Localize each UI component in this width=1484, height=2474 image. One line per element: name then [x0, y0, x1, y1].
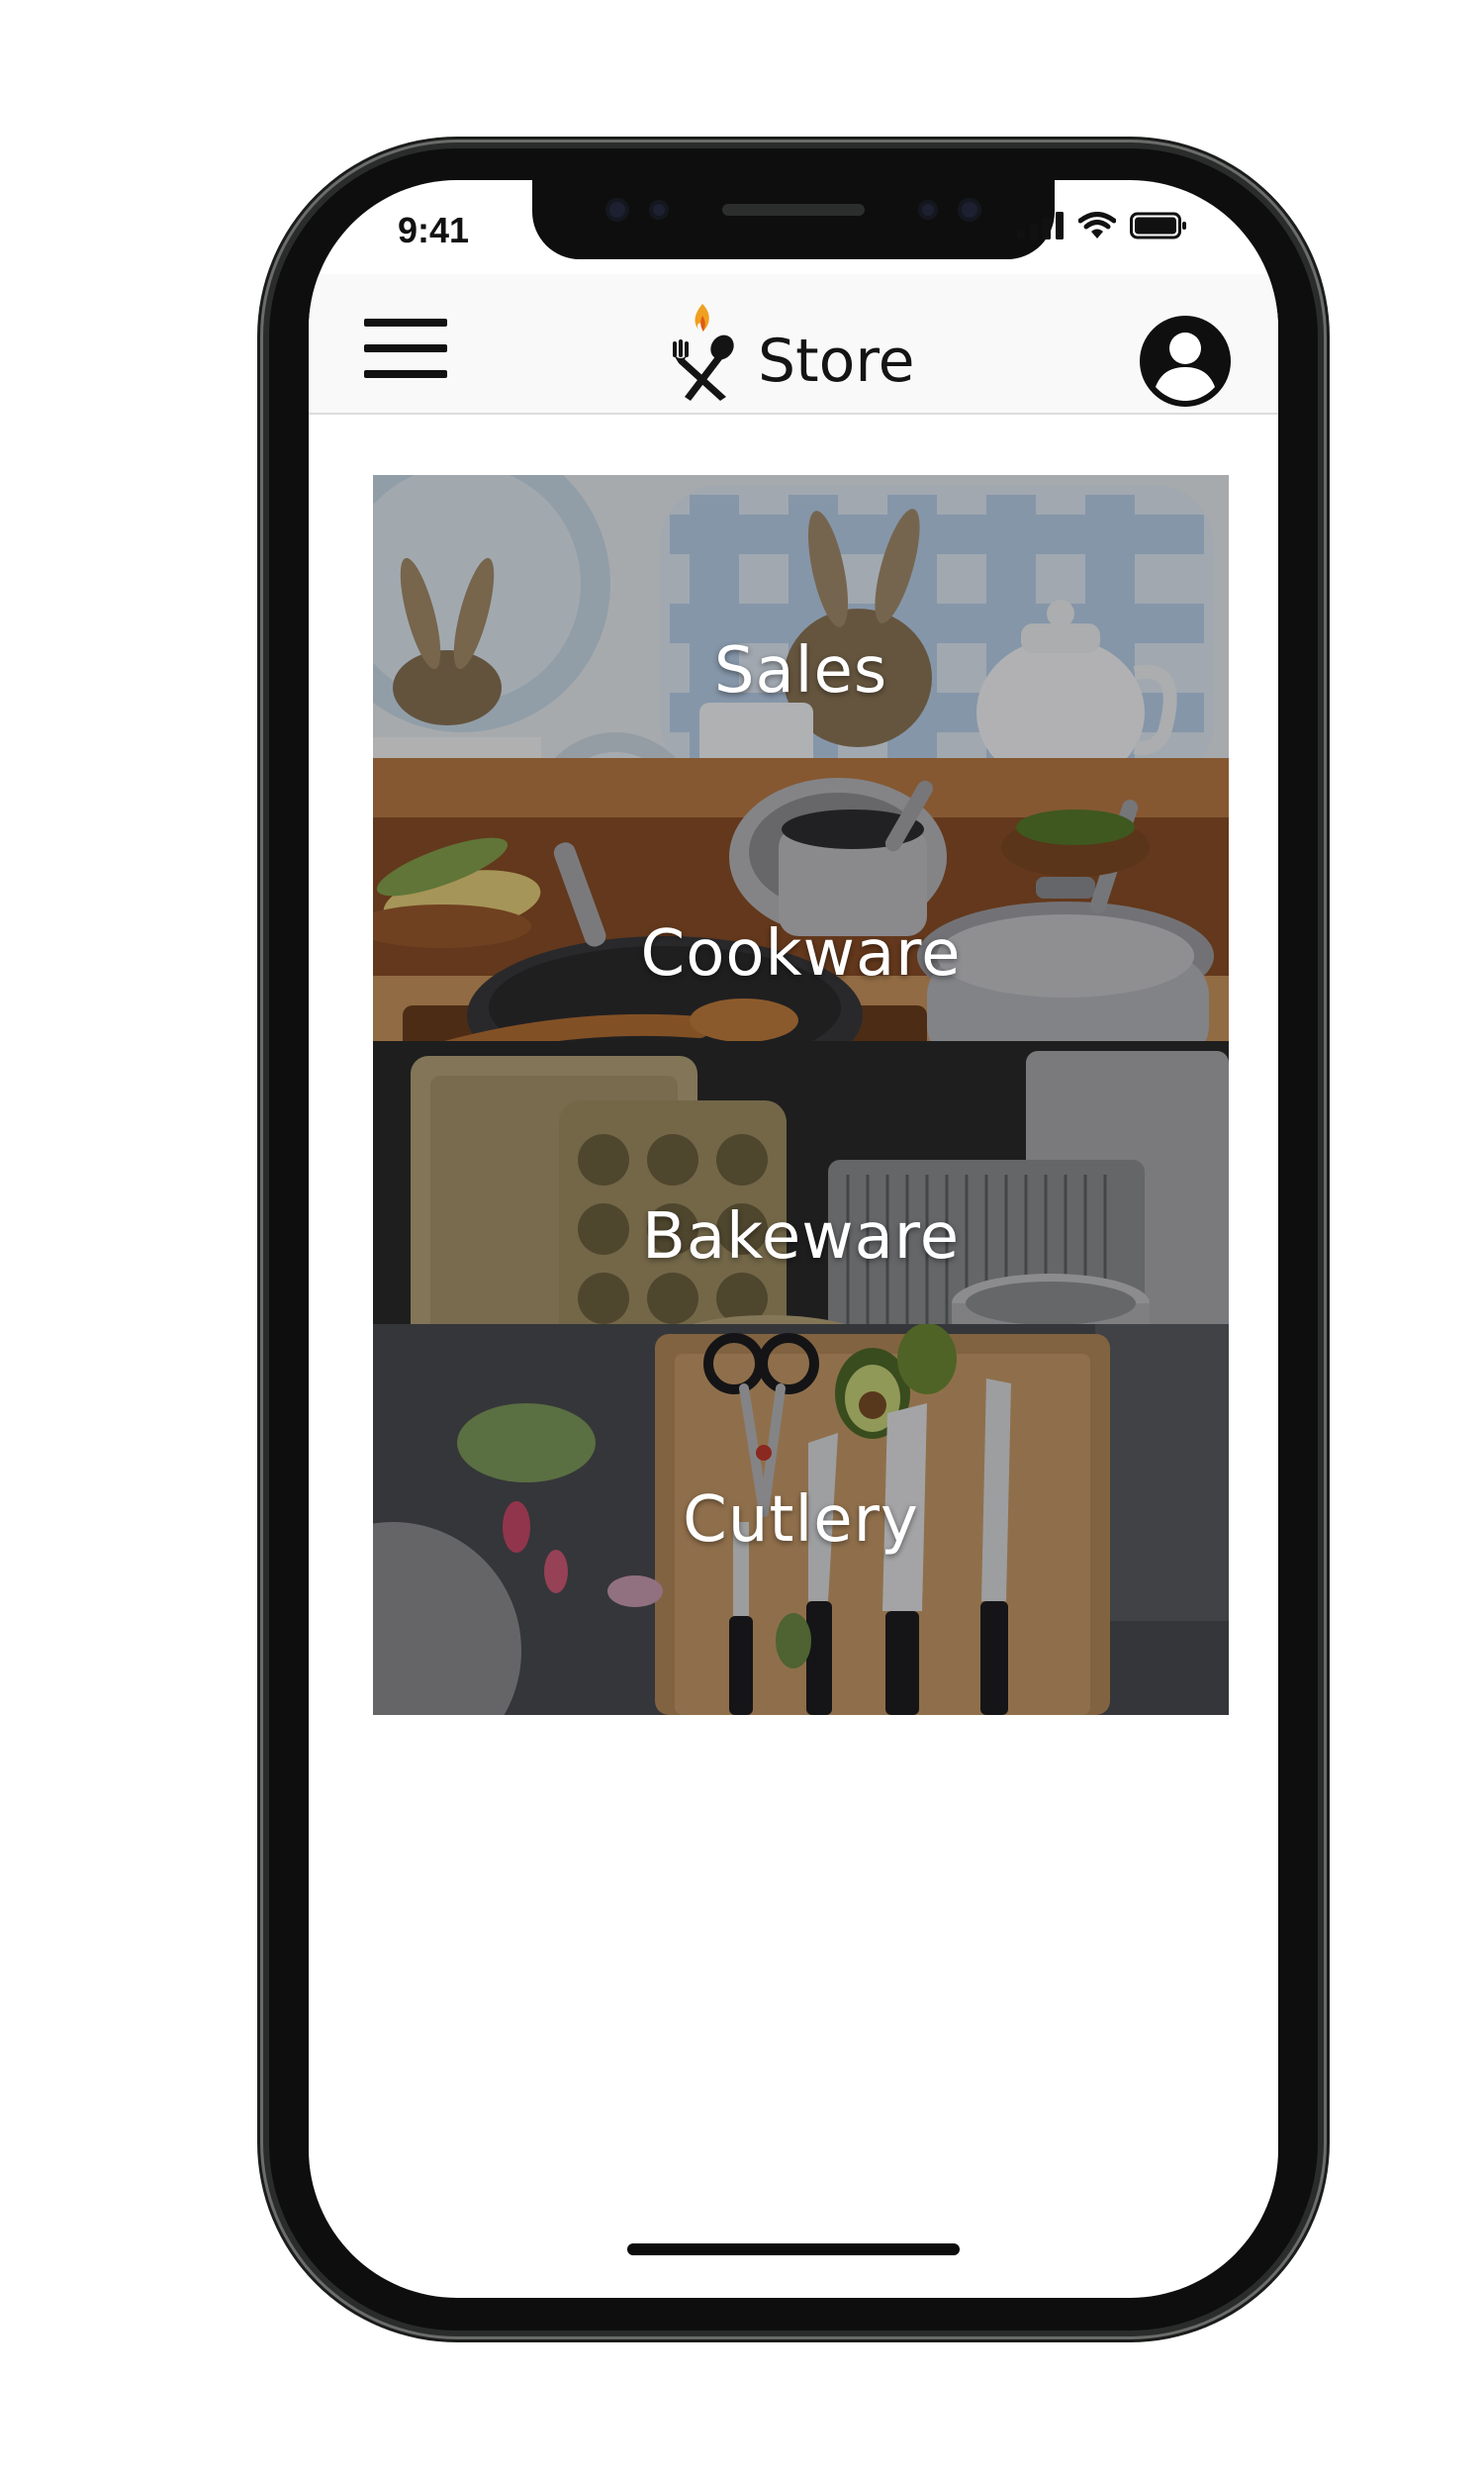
category-card-cutlery[interactable]: Cutlery	[373, 1324, 1229, 1715]
hamburger-menu-icon	[364, 319, 447, 327]
battery-icon	[1130, 212, 1186, 239]
user-account-icon[interactable]	[1140, 316, 1231, 407]
menu-button[interactable]	[364, 319, 447, 378]
wifi-icon	[1078, 212, 1116, 238]
app-screen: 9:41 Store Sales Cookware Bakeware Cutle…	[309, 180, 1278, 2298]
front-camera	[958, 198, 981, 222]
brand: Store	[665, 302, 915, 401]
front-sensor	[649, 200, 669, 220]
app-header: Store	[309, 274, 1278, 415]
notch	[532, 180, 1055, 259]
front-sensor	[605, 198, 629, 222]
home-indicator[interactable]	[627, 2243, 960, 2255]
category-label: Cutlery	[683, 1482, 919, 1557]
front-sensor	[918, 200, 938, 220]
hamburger-menu-icon	[364, 370, 447, 378]
page-title: Store	[758, 327, 915, 396]
mockup-stage: 9:41 Store Sales Cookware Bakeware Cutle…	[0, 0, 1484, 2474]
earpiece-speaker	[722, 204, 865, 216]
status-icons	[1017, 212, 1187, 239]
status-time: 9:41	[398, 210, 470, 250]
fork-spoon-flame-icon	[673, 304, 734, 401]
signal-icon	[1017, 212, 1064, 239]
hamburger-menu-icon	[364, 344, 447, 352]
